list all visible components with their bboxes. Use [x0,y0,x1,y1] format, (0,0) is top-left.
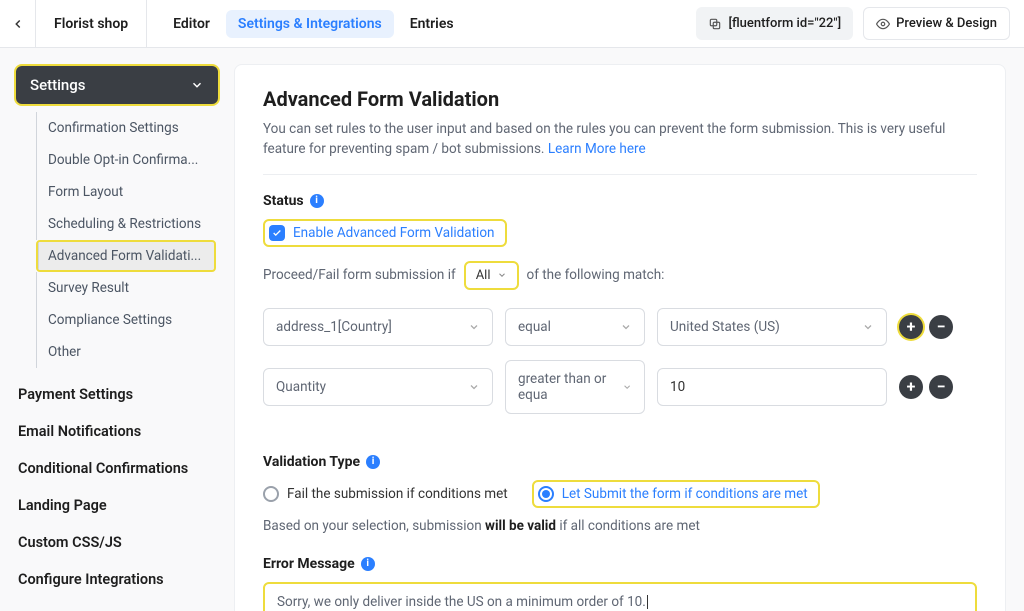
chevron-down-icon [862,321,874,333]
sidebar-item-other[interactable]: Other [36,336,216,368]
sidebar-item-email-notifications[interactable]: Email Notifications [14,413,220,450]
validation-explanation: Based on your selection, submission will… [263,518,977,534]
condition-field-select[interactable]: Quantity [263,368,493,406]
chevron-down-icon [468,321,480,333]
validation-type-pass-radio[interactable]: Let Submit the form if conditions are me… [532,480,820,508]
sidebar-item-form-layout[interactable]: Form Layout [36,176,216,208]
remove-condition-button[interactable]: − [929,375,953,399]
content-card: Advanced Form Validation You can set rul… [234,64,1006,611]
condition-row: address_1[Country] equal United States (… [263,308,977,346]
info-icon[interactable]: i [366,455,380,469]
match-mode-select[interactable]: All [464,261,519,290]
info-icon[interactable]: i [361,557,375,571]
preview-design-button[interactable]: Preview & Design [863,7,1010,40]
proceed-text-pre: Proceed/Fail form submission if [263,267,456,283]
eye-icon [876,17,890,31]
enable-validation-label: Enable Advanced Form Validation [293,225,495,241]
sidebar-item-compliance-settings[interactable]: Compliance Settings [36,304,216,336]
sidebar-item-custom-css-js[interactable]: Custom CSS/JS [14,524,220,561]
add-condition-button[interactable]: + [899,375,923,399]
sidebar-item-payment-settings[interactable]: Payment Settings [14,376,220,413]
learn-more-link[interactable]: Learn More here [548,141,646,157]
sidebar-settings-label: Settings [30,76,86,94]
condition-operator-select[interactable]: greater than or equa [505,360,645,414]
tab-entries[interactable]: Entries [398,10,466,38]
sidebar-toggle-settings[interactable]: Settings [14,64,220,106]
condition-value-input[interactable]: 10 [657,368,887,406]
chevron-left-icon [11,17,25,31]
condition-field-select[interactable]: address_1[Country] [263,308,493,346]
preview-design-label: Preview & Design [896,16,997,31]
chevron-down-icon [190,78,204,92]
radio-checked-icon [538,486,554,502]
tab-settings-integrations[interactable]: Settings & Integrations [226,10,394,38]
tab-editor[interactable]: Editor [161,10,222,38]
radio-unchecked-icon [263,486,279,502]
condition-operator-select[interactable]: equal [505,308,645,346]
sidebar-item-confirmation-settings[interactable]: Confirmation Settings [36,112,216,144]
sidebar-item-configure-integrations[interactable]: Configure Integrations [14,561,220,598]
chevron-down-icon [497,270,507,280]
page-title: Advanced Form Validation [263,87,977,111]
sidebar-item-scheduling-restrictions[interactable]: Scheduling & Restrictions [36,208,216,240]
sidebar-item-landing-page[interactable]: Landing Page [14,487,220,524]
sidebar-item-survey-result[interactable]: Survey Result [36,272,216,304]
remove-condition-button[interactable]: − [929,315,953,339]
status-label: Status [263,193,304,209]
validation-type-label: Validation Type [263,454,360,470]
chevron-down-icon [622,381,632,393]
sidebar-item-double-optin[interactable]: Double Opt-in Confirma... [36,144,216,176]
sidebar-item-conditional-confirmations[interactable]: Conditional Confirmations [14,450,220,487]
copy-icon [708,17,722,31]
info-icon[interactable]: i [310,194,324,208]
shortcode-button[interactable]: [fluentform id="22"] [696,7,853,40]
error-message-textarea[interactable]: Sorry, we only deliver inside the US on … [263,582,977,611]
validation-type-fail-radio[interactable]: Fail the submission if conditions met [263,486,508,502]
back-button[interactable] [0,0,36,48]
sidebar: Settings Confirmation Settings Double Op… [0,48,230,611]
enable-validation-checkbox[interactable]: Enable Advanced Form Validation [263,219,507,247]
checkbox-checked-icon [269,225,285,241]
condition-row: Quantity greater than or equa 10 + − [263,360,977,414]
proceed-text-post: of the following match: [527,267,665,283]
sidebar-item-advanced-form-validation[interactable]: Advanced Form Validati... [36,240,216,272]
chevron-down-icon [620,321,632,333]
shortcode-label: [fluentform id="22"] [728,16,841,31]
shop-name: Florist shop [36,0,147,48]
condition-value-select[interactable]: United States (US) [657,308,887,346]
match-mode-value: All [476,268,491,283]
add-condition-button[interactable]: + [899,315,923,339]
chevron-down-icon [468,381,480,393]
page-description: You can set rules to the user input and … [263,119,977,175]
error-message-label: Error Message [263,556,355,572]
